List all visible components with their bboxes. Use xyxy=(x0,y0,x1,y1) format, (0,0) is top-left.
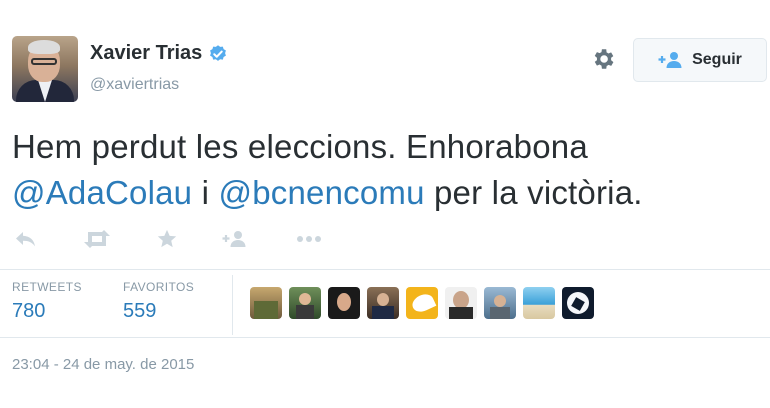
avatar[interactable] xyxy=(12,36,78,102)
reply-button[interactable] xyxy=(14,225,38,253)
stats-divider xyxy=(232,275,233,335)
favoriter-avatar[interactable] xyxy=(250,287,282,319)
follow-icon xyxy=(222,231,246,247)
mention-adacolau[interactable]: @AdaColau xyxy=(12,174,192,211)
favorites-label: FAVORITOS xyxy=(123,280,195,294)
favorite-button[interactable] xyxy=(156,225,178,253)
retweets-count: 780 xyxy=(12,300,46,322)
tweet-actions xyxy=(12,225,352,253)
tweet-timestamp[interactable]: 23:04 - 24 de may. de 2015 xyxy=(12,356,194,373)
follow-button-label: Seguir xyxy=(692,51,742,68)
tweet-text: Hem perdut les eleccions. Enhorabona @Ad… xyxy=(12,124,752,216)
favoriter-avatar[interactable] xyxy=(523,287,555,319)
retweet-button[interactable] xyxy=(82,225,112,253)
tweet-text-conj: i xyxy=(192,174,219,211)
user-name[interactable]: Xavier Trias xyxy=(90,42,202,65)
retweets-stat[interactable]: RETWEETS 780 xyxy=(12,280,82,323)
favoriter-avatar[interactable] xyxy=(406,287,438,319)
user-name-row[interactable]: Xavier Trias xyxy=(90,42,228,65)
divider xyxy=(0,269,770,270)
favoriter-avatar[interactable] xyxy=(562,287,594,319)
favorite-icon xyxy=(157,229,177,248)
favoriter-avatar[interactable] xyxy=(367,287,399,319)
reply-icon xyxy=(16,232,35,247)
gear-icon[interactable] xyxy=(590,46,616,72)
tweet-header: Xavier Trias @xaviertrias Seguir xyxy=(12,36,768,102)
favoriter-avatar[interactable] xyxy=(445,287,477,319)
user-handle[interactable]: @xaviertrias xyxy=(90,76,179,94)
follow-button[interactable]: Seguir xyxy=(633,38,767,82)
more-icon xyxy=(297,236,321,242)
retweets-label: RETWEETS xyxy=(12,280,82,294)
mention-bcnencomu[interactable]: @bcnencomu xyxy=(219,174,425,211)
favoriter-avatar[interactable] xyxy=(289,287,321,319)
favorites-count: 559 xyxy=(123,300,157,322)
favorites-stat[interactable]: FAVORITOS 559 xyxy=(123,280,194,323)
retweet-icon xyxy=(84,230,110,248)
follow-action-button[interactable] xyxy=(222,225,248,253)
tweet-text-line1: Hem perdut les eleccions. Enhorabona xyxy=(12,128,588,165)
verified-badge-icon xyxy=(210,44,227,61)
favoriter-avatar[interactable] xyxy=(484,287,516,319)
favoriter-avatar[interactable] xyxy=(328,287,360,319)
tweet-text-tail: per la victòria. xyxy=(424,174,643,211)
more-button[interactable] xyxy=(296,225,322,253)
favoriters-facepile xyxy=(250,287,601,319)
add-user-icon xyxy=(658,52,682,68)
divider xyxy=(0,337,770,338)
